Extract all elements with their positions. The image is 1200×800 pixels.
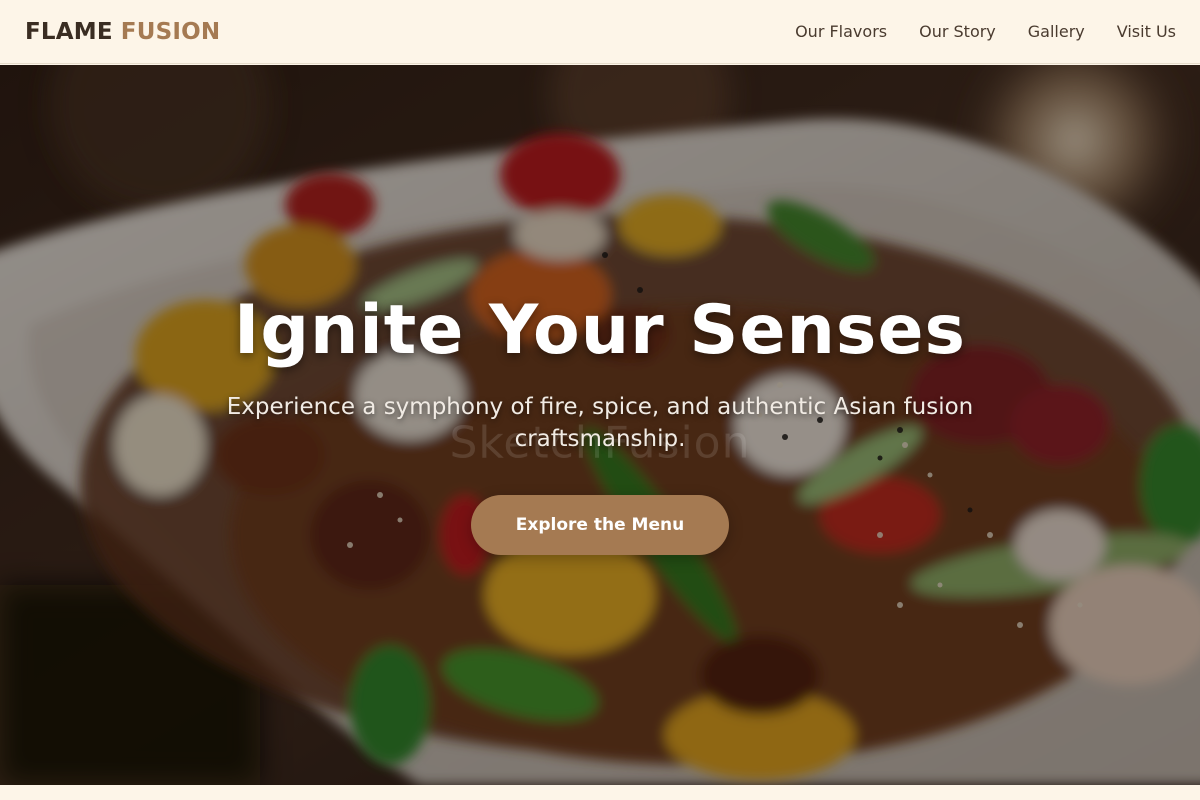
hero-content: Ignite Your Senses Experience a symphony… xyxy=(0,65,1200,785)
nav-link-our-story[interactable]: Our Story xyxy=(919,22,996,41)
nav-link-our-flavors[interactable]: Our Flavors xyxy=(795,22,887,41)
page-bottom-strip xyxy=(0,785,1200,800)
site-header: FLAME FUSION Our Flavors Our Story Galle… xyxy=(0,0,1200,64)
hero-section: SketchFusion Ignite Your Senses Experien… xyxy=(0,65,1200,785)
brand-name-part2: FUSION xyxy=(120,18,221,45)
nav-link-visit-us[interactable]: Visit Us xyxy=(1117,22,1176,41)
brand-name-part1: FLAME xyxy=(25,18,113,45)
explore-menu-button[interactable]: Explore the Menu xyxy=(471,495,729,555)
hero-title: Ignite Your Senses xyxy=(234,291,966,370)
hero-subtitle: Experience a symphony of fire, spice, an… xyxy=(226,394,974,452)
main-nav: Our Flavors Our Story Gallery Visit Us xyxy=(795,22,1176,41)
nav-link-gallery[interactable]: Gallery xyxy=(1028,22,1085,41)
brand-logo[interactable]: FLAME FUSION xyxy=(25,19,220,45)
